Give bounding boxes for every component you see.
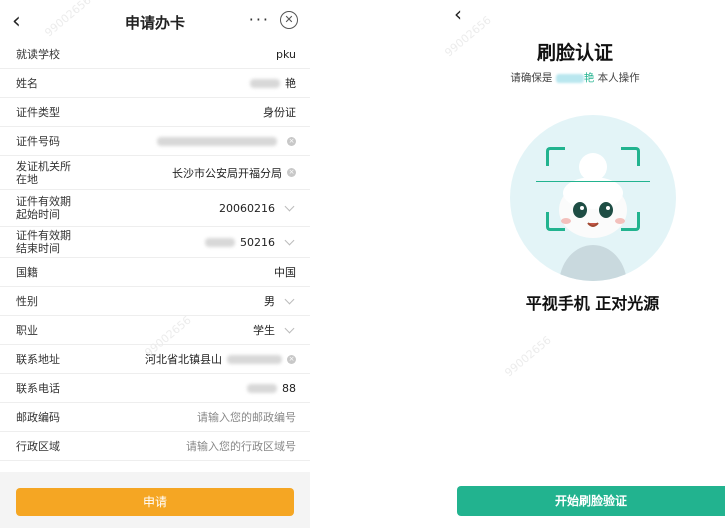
form-row[interactable]: 证件类型 身份证 — [0, 98, 310, 127]
frame-corner — [546, 212, 565, 231]
scan-line — [536, 181, 650, 182]
start-face-verify-button[interactable]: 开始刷脸验证 — [457, 486, 725, 516]
application-form: 就读学校 pku 姓名 艳证件类型 身份证证件号码 × 发证机关所 在地 长沙市公安局开福分局… — [0, 40, 310, 461]
field-label: 发证机关所 在地 — [16, 159, 71, 186]
field-value-text: 请输入您的邮政编号 — [197, 411, 296, 424]
back-icon[interactable]: ‹ — [454, 2, 462, 26]
subtitle-name: 艳 — [583, 72, 595, 84]
field-value[interactable]: 请输入您的行政区域号 — [186, 438, 296, 454]
form-row[interactable]: 联系电话 88 — [0, 374, 310, 403]
watermark-text: 99002656 — [502, 333, 554, 380]
field-value-text: 长沙市公安局开福分局 — [172, 166, 282, 180]
frame-corner — [621, 212, 640, 231]
masked-value — [227, 354, 282, 364]
field-value[interactable]: × — [157, 136, 296, 146]
subtitle-prefix: 请确保是 — [510, 72, 553, 84]
field-value[interactable]: pku — [276, 48, 296, 61]
field-label: 行政区域 — [16, 439, 60, 453]
form-row[interactable]: 行政区域 请输入您的行政区域号 — [0, 432, 310, 461]
field-label: 联系电话 — [16, 381, 60, 395]
masked-value — [205, 237, 235, 247]
field-value-text: 艳 — [285, 77, 296, 90]
footer-bar: 申请 — [0, 472, 310, 528]
masked-name — [555, 73, 584, 83]
masked-value — [157, 136, 277, 146]
field-label: 证件有效期 结束时间 — [16, 229, 71, 255]
chevron-down-icon — [284, 235, 295, 246]
field-value[interactable]: 请输入您的邮政编号 — [197, 409, 296, 425]
field-value[interactable]: 学生 — [253, 322, 296, 338]
subtitle-suffix: 本人操作 — [597, 72, 640, 84]
masked-value — [250, 78, 280, 88]
field-label: 邮政编码 — [16, 410, 60, 424]
form-row[interactable]: 性别 男 — [0, 287, 310, 316]
field-value-text: pku — [276, 47, 296, 61]
field-value[interactable]: 艳 — [250, 75, 296, 91]
chevron-down-icon — [284, 201, 295, 212]
form-row[interactable]: 国籍 中国 — [0, 258, 310, 287]
form-row[interactable]: 证件号码 × — [0, 127, 310, 156]
field-value-text: 身份证 — [263, 106, 296, 119]
back-icon[interactable]: ‹ — [12, 9, 21, 34]
form-row[interactable]: 邮政编码 请输入您的邮政编号 — [0, 403, 310, 432]
face-frame — [510, 115, 676, 281]
nav-bar: ‹ 申请办卡 ··· ✕ — [0, 0, 310, 44]
frame-corner — [546, 147, 565, 166]
field-label: 证件号码 — [16, 134, 60, 148]
field-value-text: 20060216 — [219, 201, 275, 215]
field-value[interactable]: 河北省北镇县山 × — [145, 351, 296, 367]
clear-icon[interactable]: × — [287, 168, 296, 177]
form-row[interactable]: 证件有效期 起始时间 20060216 — [0, 190, 310, 227]
field-label: 国籍 — [16, 265, 38, 279]
field-label: 职业 — [16, 323, 38, 337]
field-value[interactable]: 50216 — [205, 236, 296, 249]
field-value-text: 中国 — [274, 266, 296, 279]
field-value[interactable]: 长沙市公安局开福分局 × — [172, 165, 296, 181]
field-value-text: 88 — [282, 381, 296, 395]
masked-value — [247, 383, 277, 393]
apply-card-screen: ‹ 申请办卡 ··· ✕ 就读学校 pku 姓名艳证件类型 身份证 证件号码 × 发证机关所… — [0, 0, 310, 528]
field-value-text: 请输入您的行政区域号 — [186, 440, 296, 453]
more-icon[interactable]: ··· — [249, 10, 270, 29]
clear-icon[interactable]: × — [287, 136, 296, 146]
field-value[interactable]: 身份证 — [263, 104, 296, 120]
chevron-down-icon — [284, 323, 295, 334]
field-value[interactable]: 20060216 — [219, 202, 296, 215]
field-label: 证件类型 — [16, 105, 60, 119]
field-value[interactable]: 中国 — [274, 264, 296, 280]
form-row[interactable]: 证件有效期 结束时间 50216 — [0, 227, 310, 258]
field-value-text: 男 — [264, 295, 275, 308]
frame-corner — [621, 147, 640, 166]
field-value-text: 学生 — [253, 324, 275, 337]
form-row[interactable]: 姓名 艳 — [0, 69, 310, 98]
form-row[interactable]: 就读学校 pku — [0, 40, 310, 69]
field-value-text: 50216 — [240, 235, 275, 249]
face-verify-screen: ‹ 刷脸认证 请确保是 艳 本人操作 平视手机 正对光源 开始刷脸验证 9900… — [430, 0, 725, 528]
field-label: 姓名 — [16, 76, 38, 90]
mascot-face-icon — [559, 153, 627, 281]
field-label: 联系地址 — [16, 352, 60, 366]
face-verify-title: 刷脸认证 — [536, 42, 613, 64]
chevron-down-icon — [284, 294, 295, 305]
face-verify-subtitle: 请确保是 艳 本人操作 — [430, 70, 720, 85]
apply-button[interactable]: 申请 — [16, 488, 294, 516]
close-icon[interactable]: ✕ — [280, 11, 298, 29]
clear-icon[interactable]: × — [287, 354, 296, 364]
form-row[interactable]: 发证机关所 在地 长沙市公安局开福分局 × — [0, 156, 310, 190]
face-verify-instruction: 平视手机 正对光源 — [525, 294, 660, 313]
field-label: 就读学校 — [16, 47, 60, 61]
page-title: 申请办卡 — [124, 13, 185, 32]
field-label: 性别 — [16, 294, 38, 308]
field-value[interactable]: 男 — [264, 293, 296, 309]
field-value[interactable]: 88 — [247, 382, 296, 395]
field-label: 证件有效期 起始时间 — [16, 195, 71, 221]
